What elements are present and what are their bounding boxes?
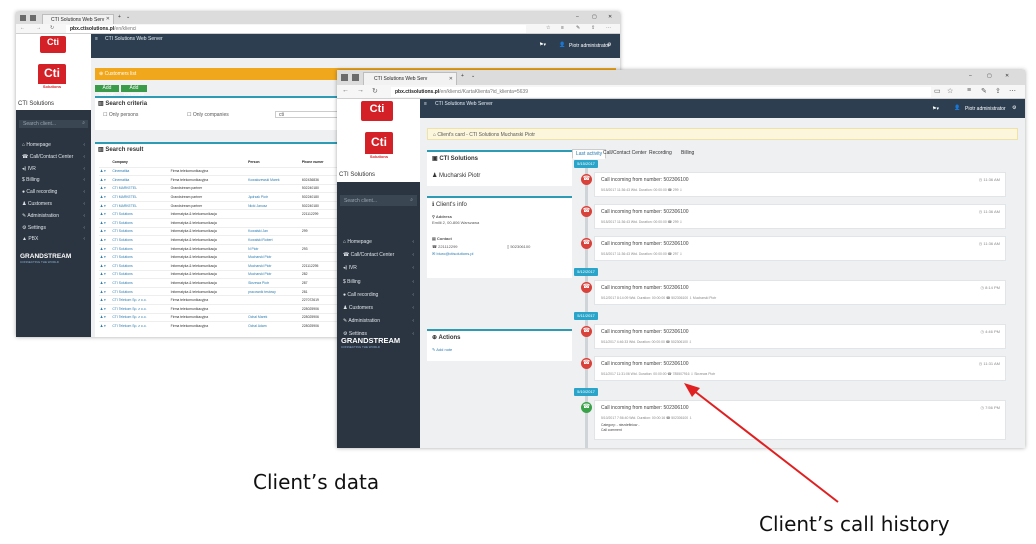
arrow-head	[684, 383, 700, 397]
annotation-arrow	[684, 383, 839, 503]
arrow-shaft	[692, 389, 839, 503]
